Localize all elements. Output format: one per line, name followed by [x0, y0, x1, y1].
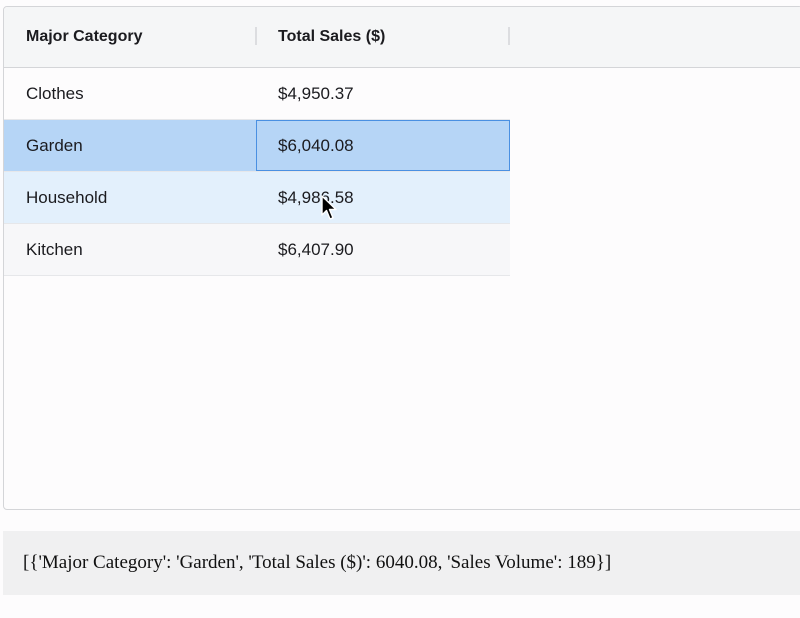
column-header-major-category[interactable]: Major Category — [4, 7, 256, 67]
mouse-pointer-icon — [321, 195, 337, 220]
cell-total-sales[interactable]: $4,986.58 — [256, 172, 510, 223]
table-row-selected[interactable]: Garden $6,040.08 — [4, 120, 510, 172]
selection-output: [{'Major Category': 'Garden', 'Total Sal… — [3, 531, 800, 595]
table-row-hovered[interactable]: Household $4,986.58 — [4, 172, 510, 224]
table-row[interactable]: Kitchen $6,407.90 — [4, 224, 510, 276]
cell-total-sales-focused[interactable]: $6,040.08 — [256, 120, 510, 171]
table-row[interactable]: Clothes $4,950.37 — [4, 68, 510, 120]
column-resize-handle[interactable] — [508, 27, 510, 45]
data-grid: Major Category Total Sales ($) Clothes $… — [3, 6, 800, 510]
cell-total-sales[interactable]: $4,950.37 — [256, 68, 510, 119]
column-header-total-sales[interactable]: Total Sales ($) — [256, 7, 508, 67]
cell-major-category[interactable]: Garden — [4, 120, 256, 171]
cell-major-category[interactable]: Kitchen — [4, 224, 256, 275]
cell-major-category[interactable]: Household — [4, 172, 256, 223]
grid-header: Major Category Total Sales ($) — [4, 7, 800, 68]
cell-major-category[interactable]: Clothes — [4, 68, 256, 119]
cell-total-sales[interactable]: $6,407.90 — [256, 224, 510, 275]
